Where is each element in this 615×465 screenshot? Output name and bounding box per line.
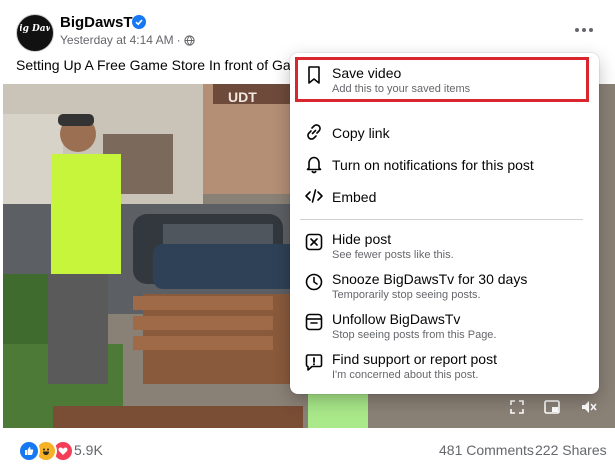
meta-separator: · [176, 33, 181, 47]
menu-item-copy-link[interactable]: Copy link [298, 117, 591, 147]
fullscreen-icon[interactable] [508, 398, 526, 416]
menu-item-snooze[interactable]: Snooze BigDawsTv for 30 days Temporarily… [298, 265, 591, 303]
menu-item-hide-post[interactable]: Hide post See fewer posts like this. [298, 225, 591, 263]
post-options-menu: Save video Add this to your saved items … [290, 53, 599, 394]
menu-item-title: Embed [332, 189, 377, 205]
menu-item-subtitle: Stop seeing posts from this Page. [332, 329, 497, 341]
like-reaction-icon [18, 440, 40, 462]
menu-item-title: Snooze BigDawsTv for 30 days [332, 271, 528, 287]
globe-icon [184, 34, 195, 46]
code-icon [305, 189, 323, 203]
picture-in-picture-icon[interactable] [543, 398, 561, 416]
hide-x-icon [305, 233, 323, 251]
author-name[interactable]: BigDawsTv [60, 14, 141, 31]
menu-item-title: Copy link [332, 125, 390, 141]
menu-item-find-support-report[interactable]: Find support or report post I'm concerne… [298, 345, 591, 383]
menu-item-subtitle: See fewer posts like this. [332, 249, 454, 261]
reaction-icons[interactable] [18, 440, 74, 462]
menu-item-title: Hide post [332, 231, 392, 247]
menu-item-turn-on-notifications[interactable]: Turn on notifications for this post [298, 149, 591, 179]
save-video-highlight-box [295, 57, 589, 102]
shares-count[interactable]: 222 Shares [535, 442, 607, 458]
volume-icon[interactable] [580, 398, 598, 416]
bell-icon [306, 156, 322, 174]
post-timestamp[interactable]: Yesterday at 4:14 AM [60, 33, 174, 47]
more-options-icon[interactable] [572, 20, 596, 40]
link-icon [307, 124, 321, 140]
facebook-post: Big Daws BigDawsTv Yesterday at 4:14 AM … [0, 0, 615, 465]
svg-text:UDT: UDT [228, 89, 257, 105]
comments-count[interactable]: 481 Comments [439, 442, 534, 458]
menu-item-title: Find support or report post [332, 351, 497, 367]
reaction-count[interactable]: 5.9K [74, 442, 103, 458]
menu-divider [300, 219, 583, 220]
menu-item-subtitle: Temporarily stop seeing posts. [332, 289, 481, 301]
menu-item-title: Turn on notifications for this post [332, 157, 534, 173]
svg-text:Big Daws: Big Daws [20, 24, 50, 34]
page-avatar[interactable]: Big Daws [16, 14, 54, 52]
post-caption: Setting Up A Free Game Store In front of… [16, 57, 296, 73]
menu-item-unfollow[interactable]: Unfollow BigDawsTv Stop seeing posts fro… [298, 305, 591, 343]
post-meta: Yesterday at 4:14 AM · [60, 33, 195, 47]
menu-item-subtitle: I'm concerned about this post. [332, 369, 479, 381]
menu-item-title: Unfollow BigDawsTv [332, 311, 461, 327]
post-footer: 5.9K 481 Comments 222 Shares [0, 428, 615, 465]
menu-item-embed[interactable]: Embed [298, 181, 591, 211]
verified-badge-icon [132, 15, 146, 29]
clock-icon [305, 273, 323, 291]
report-icon [305, 354, 323, 371]
unfollow-icon [305, 313, 323, 331]
